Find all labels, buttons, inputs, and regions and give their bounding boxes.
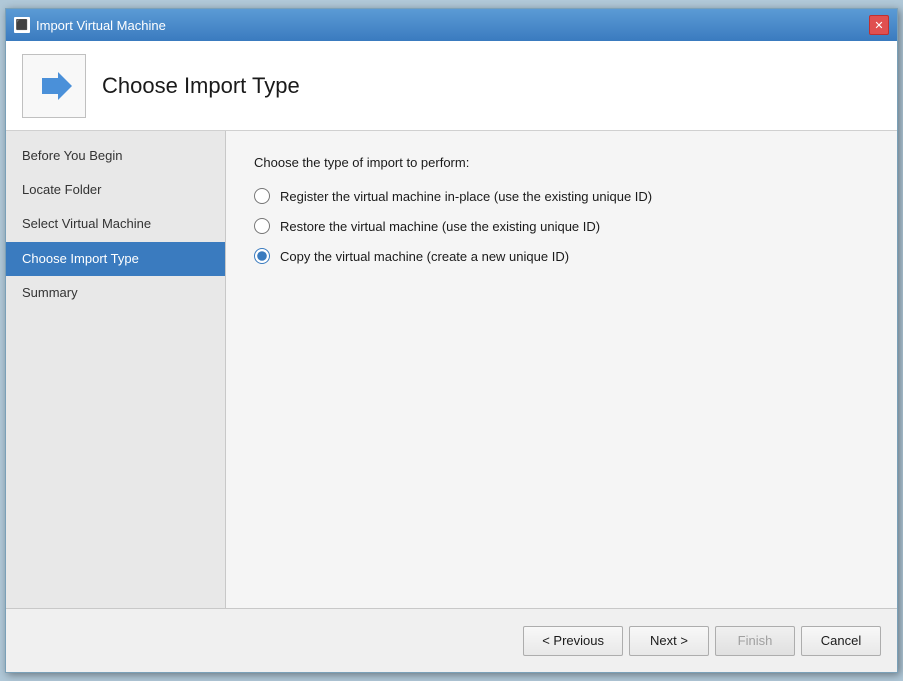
radio-restore-label: Restore the virtual machine (use the exi… [280, 219, 600, 234]
title-bar: ⬛ Import Virtual Machine ✕ [6, 9, 897, 41]
radio-register-label: Register the virtual machine in-place (u… [280, 189, 652, 204]
page-title: Choose Import Type [102, 73, 300, 99]
main-content: Choose the type of import to perform: Re… [226, 131, 897, 608]
footer: < Previous Next > Finish Cancel [6, 608, 897, 672]
sidebar-item-select-vm[interactable]: Select Virtual Machine [6, 207, 225, 241]
radio-copy[interactable] [254, 248, 270, 264]
sidebar: Before You Begin Locate Folder Select Vi… [6, 131, 226, 608]
content-area: Before You Begin Locate Folder Select Vi… [6, 131, 897, 608]
radio-restore[interactable] [254, 218, 270, 234]
header-icon-box [22, 54, 86, 118]
sidebar-item-locate-folder[interactable]: Locate Folder [6, 173, 225, 207]
sidebar-item-summary[interactable]: Summary [6, 276, 225, 310]
radio-register[interactable] [254, 188, 270, 204]
cancel-button[interactable]: Cancel [801, 626, 881, 656]
radio-item-copy[interactable]: Copy the virtual machine (create a new u… [254, 248, 869, 264]
previous-button[interactable]: < Previous [523, 626, 623, 656]
radio-item-restore[interactable]: Restore the virtual machine (use the exi… [254, 218, 869, 234]
header-area: Choose Import Type [6, 41, 897, 131]
import-vm-window: ⬛ Import Virtual Machine ✕ Choose Import… [5, 8, 898, 673]
sidebar-item-before-you-begin[interactable]: Before You Begin [6, 139, 225, 173]
radio-copy-label: Copy the virtual machine (create a new u… [280, 249, 569, 264]
title-bar-left: ⬛ Import Virtual Machine [14, 17, 166, 33]
import-arrow-icon [34, 66, 74, 106]
section-label: Choose the type of import to perform: [254, 155, 869, 170]
window-icon: ⬛ [14, 17, 30, 33]
sidebar-item-choose-import-type[interactable]: Choose Import Type [6, 242, 225, 276]
finish-button[interactable]: Finish [715, 626, 795, 656]
next-button[interactable]: Next > [629, 626, 709, 656]
radio-item-register[interactable]: Register the virtual machine in-place (u… [254, 188, 869, 204]
close-button[interactable]: ✕ [869, 15, 889, 35]
import-type-radio-group: Register the virtual machine in-place (u… [254, 188, 869, 264]
window-title: Import Virtual Machine [36, 18, 166, 33]
